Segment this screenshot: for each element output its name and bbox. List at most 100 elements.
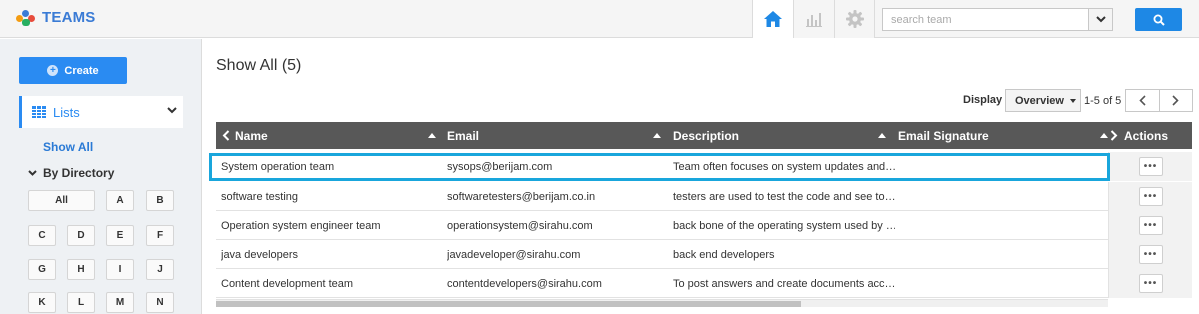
chevron-down-icon	[1095, 16, 1106, 23]
scroll-right-button[interactable]	[1110, 122, 1118, 149]
create-button[interactable]: + Create	[19, 57, 127, 84]
search-input[interactable]	[883, 9, 1088, 30]
row-actions-button[interactable]: •••	[1138, 274, 1163, 293]
row-actions-button[interactable]: •••	[1138, 187, 1163, 206]
directory-filter-e[interactable]: E	[106, 225, 134, 246]
pagination-info: 1-5 of 5	[1084, 95, 1122, 107]
column-header-description[interactable]: Description	[673, 122, 739, 149]
directory-filter-a[interactable]: A	[106, 190, 134, 211]
chevron-left-icon	[1139, 95, 1146, 106]
lists-dropdown[interactable]: Lists	[19, 96, 183, 128]
search-filter-dropdown[interactable]	[1088, 9, 1112, 30]
pagination	[1125, 89, 1193, 112]
cell-description: back bone of the operating system used b…	[673, 219, 895, 232]
top-bar: TEAMS	[0, 0, 1199, 38]
sort-asc-icon[interactable]	[428, 133, 436, 138]
search-box	[882, 8, 1113, 31]
app-title: TEAMS	[42, 9, 96, 26]
directory-filter-f[interactable]: F	[146, 225, 174, 246]
gear-icon	[845, 10, 864, 28]
app-logo[interactable]: TEAMS	[16, 9, 96, 26]
cell-email: operationsystem@sirahu.com	[447, 219, 593, 232]
directory-filter-j[interactable]: J	[146, 259, 174, 280]
directory-filter-c[interactable]: C	[28, 225, 56, 246]
sort-asc-icon[interactable]	[878, 133, 886, 138]
row-actions-button[interactable]: •••	[1138, 245, 1163, 264]
table-row[interactable]: java developers javadeveloper@sirahu.com…	[216, 240, 1192, 269]
sort-asc-icon[interactable]	[653, 133, 661, 138]
cell-email: softwaretesters@berijam.co.in	[447, 190, 596, 203]
column-header-email[interactable]: Email	[447, 122, 479, 149]
directory-filter-g[interactable]: G	[28, 259, 56, 280]
directory-filter-i[interactable]: I	[106, 259, 134, 280]
page-title: Show All (5)	[216, 57, 302, 74]
home-icon	[764, 11, 782, 27]
cell-email-signature	[898, 240, 1103, 269]
caret-down-icon	[1069, 98, 1076, 103]
table-header: Name Email Description Email Signature A…	[216, 122, 1192, 149]
cell-name: software testing	[221, 190, 299, 203]
scroll-left-button[interactable]	[222, 122, 230, 149]
directory-filter-all[interactable]: All	[28, 190, 95, 211]
directory-filter-h[interactable]: H	[67, 259, 95, 280]
cell-email: contentdevelopers@sirahu.com	[447, 277, 602, 290]
next-page-button[interactable]	[1158, 90, 1192, 111]
cell-email-signature	[898, 211, 1103, 240]
table-row[interactable]: Operation system engineer team operation…	[216, 211, 1192, 240]
display-value: Overview	[1015, 94, 1064, 107]
sidebar: + Create Lists Show All By Directory All…	[0, 39, 202, 314]
cell-actions: •••	[1108, 211, 1192, 240]
column-header-actions: Actions	[1124, 128, 1169, 143]
search-icon	[1153, 14, 1165, 26]
teams-logo-icon	[16, 9, 36, 26]
column-header-email-signature[interactable]: Email Signature	[898, 122, 989, 149]
lists-label: Lists	[53, 104, 80, 120]
chevron-right-icon	[1172, 95, 1179, 106]
display-select[interactable]: Overview	[1005, 89, 1081, 112]
nav-reports-button[interactable]	[793, 0, 834, 38]
cell-actions: •••	[1108, 152, 1192, 181]
nav-settings-button[interactable]	[834, 0, 875, 38]
plus-icon: +	[47, 65, 59, 76]
cell-description: back end developers	[673, 248, 775, 261]
sort-asc-icon[interactable]	[1100, 133, 1108, 138]
search-button[interactable]	[1135, 8, 1182, 31]
directory-filter-m[interactable]: M	[106, 292, 134, 313]
directory-filter-b[interactable]: B	[146, 190, 174, 211]
table-icon	[32, 106, 46, 118]
row-actions-button[interactable]: •••	[1138, 157, 1163, 176]
cell-actions: •••	[1108, 240, 1192, 269]
by-directory-label: By Directory	[43, 166, 115, 180]
cell-name: java developers	[221, 248, 299, 261]
row-actions-button[interactable]: •••	[1138, 216, 1163, 235]
table-row[interactable]: software testing softwaretesters@berijam…	[216, 182, 1192, 211]
nav-home-button[interactable]	[752, 0, 793, 38]
chevron-left-icon	[222, 130, 230, 141]
chevron-down-icon	[167, 107, 177, 114]
cell-name: Content development team	[221, 277, 354, 290]
cell-email: javadeveloper@sirahu.com	[447, 248, 581, 261]
bar-chart-icon	[806, 13, 822, 27]
directory-filter-k[interactable]: K	[28, 292, 56, 313]
cell-actions: •••	[1108, 269, 1192, 298]
table-row[interactable]: Content development team contentdevelope…	[216, 269, 1192, 298]
directory-filter-d[interactable]: D	[67, 225, 95, 246]
create-label: Create	[64, 64, 99, 77]
cell-actions: •••	[1108, 182, 1192, 211]
scrollbar-thumb[interactable]	[216, 301, 801, 307]
cell-email-signature	[898, 269, 1103, 298]
cell-description: testers are used to test the code and se…	[673, 190, 895, 203]
top-nav	[752, 0, 875, 38]
display-label: Display	[963, 94, 1003, 106]
chevron-down-icon	[28, 170, 37, 176]
directory-filter-l[interactable]: L	[67, 292, 95, 313]
show-all-link[interactable]: Show All	[43, 140, 93, 154]
cell-name: Operation system engineer team	[221, 219, 381, 232]
cell-email-signature	[898, 182, 1103, 211]
by-directory-toggle[interactable]: By Directory	[28, 166, 114, 180]
column-header-name[interactable]: Name	[235, 122, 268, 149]
selected-row-highlight	[209, 153, 1110, 181]
directory-filter-n[interactable]: N	[146, 292, 174, 313]
horizontal-scrollbar[interactable]	[216, 299, 1108, 307]
prev-page-button[interactable]	[1126, 90, 1159, 111]
